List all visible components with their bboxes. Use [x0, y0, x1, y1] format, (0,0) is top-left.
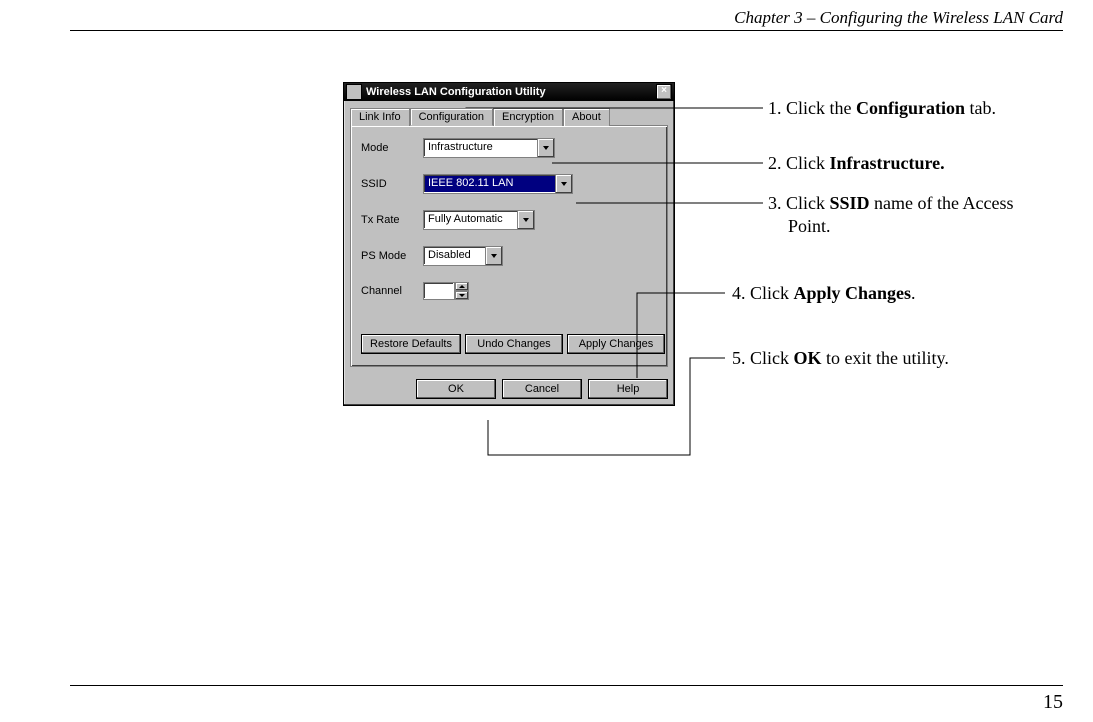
- combo-psmode[interactable]: Disabled: [423, 246, 503, 266]
- header-rule: [70, 30, 1063, 31]
- callout-5: 5. Click OK to exit the utility.: [732, 347, 949, 370]
- callout-3-post: name of the Access: [870, 193, 1014, 213]
- footer-rule: [70, 685, 1063, 686]
- combo-mode-value: Infrastructure: [424, 139, 537, 157]
- combo-ssid-value: IEEE 802.11 LAN: [424, 175, 555, 193]
- row-txrate: Tx Rate Fully Automatic: [361, 210, 657, 230]
- spinner-channel[interactable]: [423, 282, 469, 300]
- chevron-down-icon[interactable]: [555, 175, 572, 193]
- tab-encryption[interactable]: Encryption: [493, 108, 563, 126]
- chevron-up-icon[interactable]: [455, 282, 469, 291]
- callout-5-post: to exit the utility.: [822, 348, 949, 368]
- window-title: Wireless LAN Configuration Utility: [366, 86, 656, 98]
- callout-3-bold: SSID: [830, 193, 870, 213]
- tab-link-info[interactable]: Link Info: [350, 108, 410, 126]
- callout-3: 3. Click SSID name of the Access Point.: [768, 192, 1048, 237]
- callout-4-post: .: [911, 283, 916, 303]
- callout-4-pre: 4. Click: [732, 283, 794, 303]
- combo-txrate-value: Fully Automatic: [424, 211, 517, 229]
- callout-2-pre: 2. Click: [768, 153, 830, 173]
- callout-1-bold: Configuration: [856, 98, 965, 118]
- callout-2: 2. Click Infrastructure.: [768, 152, 945, 175]
- dialog-button-row: OK Cancel Help: [344, 373, 674, 405]
- apply-changes-button[interactable]: Apply Changes: [567, 334, 665, 354]
- callout-1-post: tab.: [965, 98, 996, 118]
- callout-3-line2: Point.: [768, 216, 831, 236]
- page-header: Chapter 3 – Configuring the Wireless LAN…: [70, 8, 1063, 28]
- row-ssid: SSID IEEE 802.11 LAN: [361, 174, 657, 194]
- panel-button-row: Restore Defaults Undo Changes Apply Chan…: [361, 334, 657, 354]
- tabpanel-configuration: Mode Infrastructure SSID IEEE 802.11 LAN…: [350, 125, 668, 367]
- channel-input[interactable]: [423, 282, 455, 300]
- wlan-config-window: Wireless LAN Configuration Utility × Lin…: [343, 82, 675, 406]
- row-mode: Mode Infrastructure: [361, 138, 657, 158]
- chevron-down-icon[interactable]: [455, 291, 469, 300]
- callout-4: 4. Click Apply Changes.: [732, 282, 916, 305]
- callout-3-pre: 3. Click: [768, 193, 830, 213]
- label-psmode: PS Mode: [361, 250, 423, 262]
- tabstrip: Link Info Configuration Encryption About: [344, 101, 674, 125]
- label-channel: Channel: [361, 285, 423, 297]
- callout-1: 1. Click the Configuration tab.: [768, 97, 996, 120]
- cancel-button[interactable]: Cancel: [502, 379, 582, 399]
- help-button[interactable]: Help: [588, 379, 668, 399]
- callout-5-bold: OK: [794, 348, 822, 368]
- combo-txrate[interactable]: Fully Automatic: [423, 210, 535, 230]
- label-ssid: SSID: [361, 178, 423, 190]
- combo-psmode-value: Disabled: [424, 247, 485, 265]
- page-number: 15: [1043, 691, 1063, 714]
- callout-1-pre: 1. Click the: [768, 98, 856, 118]
- row-channel: Channel: [361, 282, 657, 300]
- chevron-down-icon[interactable]: [485, 247, 502, 265]
- combo-mode[interactable]: Infrastructure: [423, 138, 555, 158]
- chapter-title: Chapter 3 – Configuring the Wireless LAN…: [734, 8, 1063, 27]
- chevron-down-icon[interactable]: [517, 211, 534, 229]
- app-icon: [346, 84, 362, 100]
- undo-changes-button[interactable]: Undo Changes: [465, 334, 563, 354]
- spinner-buttons[interactable]: [455, 282, 469, 300]
- titlebar: Wireless LAN Configuration Utility ×: [344, 83, 674, 101]
- label-txrate: Tx Rate: [361, 214, 423, 226]
- combo-ssid[interactable]: IEEE 802.11 LAN: [423, 174, 573, 194]
- ok-button[interactable]: OK: [416, 379, 496, 399]
- restore-defaults-button[interactable]: Restore Defaults: [361, 334, 461, 354]
- callout-5-pre: 5. Click: [732, 348, 794, 368]
- close-icon[interactable]: ×: [656, 84, 672, 100]
- label-mode: Mode: [361, 142, 423, 154]
- tab-configuration[interactable]: Configuration: [410, 108, 493, 126]
- callout-2-bold: Infrastructure.: [830, 153, 945, 173]
- tab-about[interactable]: About: [563, 108, 610, 126]
- chevron-down-icon[interactable]: [537, 139, 554, 157]
- callout-4-bold: Apply Changes: [794, 283, 912, 303]
- row-psmode: PS Mode Disabled: [361, 246, 657, 266]
